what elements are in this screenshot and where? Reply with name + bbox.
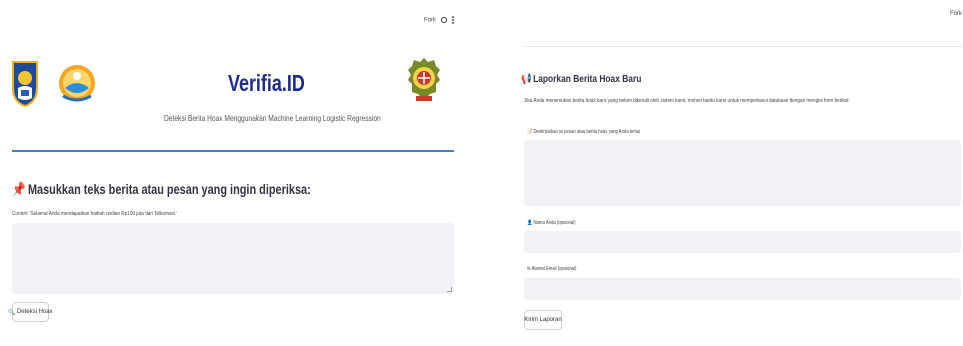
report-description: Jika Anda menemukan berita hoax baru yan…: [524, 98, 850, 104]
hoax-description-input[interactable]: [524, 140, 961, 206]
github-icon[interactable]: [440, 17, 447, 23]
example-hint: Contoh: 'Selamat Anda mendapatkan hadiah…: [12, 211, 178, 217]
person-icon: 👤: [527, 220, 533, 226]
toolbar-right: Fork: [950, 11, 962, 17]
panel-gap: [478, 0, 510, 346]
toolbar: Fork: [424, 15, 455, 25]
main-app-panel: Fork Verifia.ID Deteksi Berita Hoax Meng…: [0, 0, 478, 346]
kemendikbud-logo: [12, 61, 38, 108]
pushpin-icon: 📌: [12, 181, 26, 197]
input-section-heading: 📌 Masukkan teks berita atau pesan yang in…: [12, 181, 311, 197]
header-divider: [12, 150, 454, 152]
report-section-heading: 📢 Laporkan Berita Hoax Baru: [521, 73, 642, 85]
menu-kebab-icon[interactable]: [452, 15, 455, 25]
submit-report-button[interactable]: Kirim Laporan: [524, 310, 562, 330]
fork-link-right[interactable]: Fork: [950, 11, 962, 17]
email-input[interactable]: [524, 278, 961, 300]
newspaper-icon: 📢: [521, 73, 532, 85]
envelope-icon: ✉: [527, 266, 531, 272]
magnifier-icon: 🔍: [8, 309, 16, 316]
fork-link[interactable]: Fork: [424, 18, 436, 24]
merdeka-belajar-logo: [59, 65, 95, 102]
email-field-label: ✉ Alamat Email (opsional): [527, 266, 577, 272]
memo-icon: 📝: [527, 129, 533, 135]
name-input[interactable]: [524, 231, 961, 253]
university-emblem-logo: [408, 58, 440, 101]
app-title: Verifia.ID: [228, 70, 305, 96]
name-field-label: 👤 Nama Anda (opsional): [527, 220, 576, 226]
report-divider: [524, 46, 962, 47]
news-text-input[interactable]: [12, 223, 454, 294]
resize-handle-icon[interactable]: [447, 287, 452, 292]
description-field-label: 📝 Deskripsikan isi pesan atau berita hoa…: [527, 129, 641, 135]
app-subtitle: Deteksi Berita Hoax Menggunakan Machine …: [164, 113, 381, 123]
detect-hoax-button[interactable]: 🔍 Deteksi Hoax: [8, 302, 53, 322]
